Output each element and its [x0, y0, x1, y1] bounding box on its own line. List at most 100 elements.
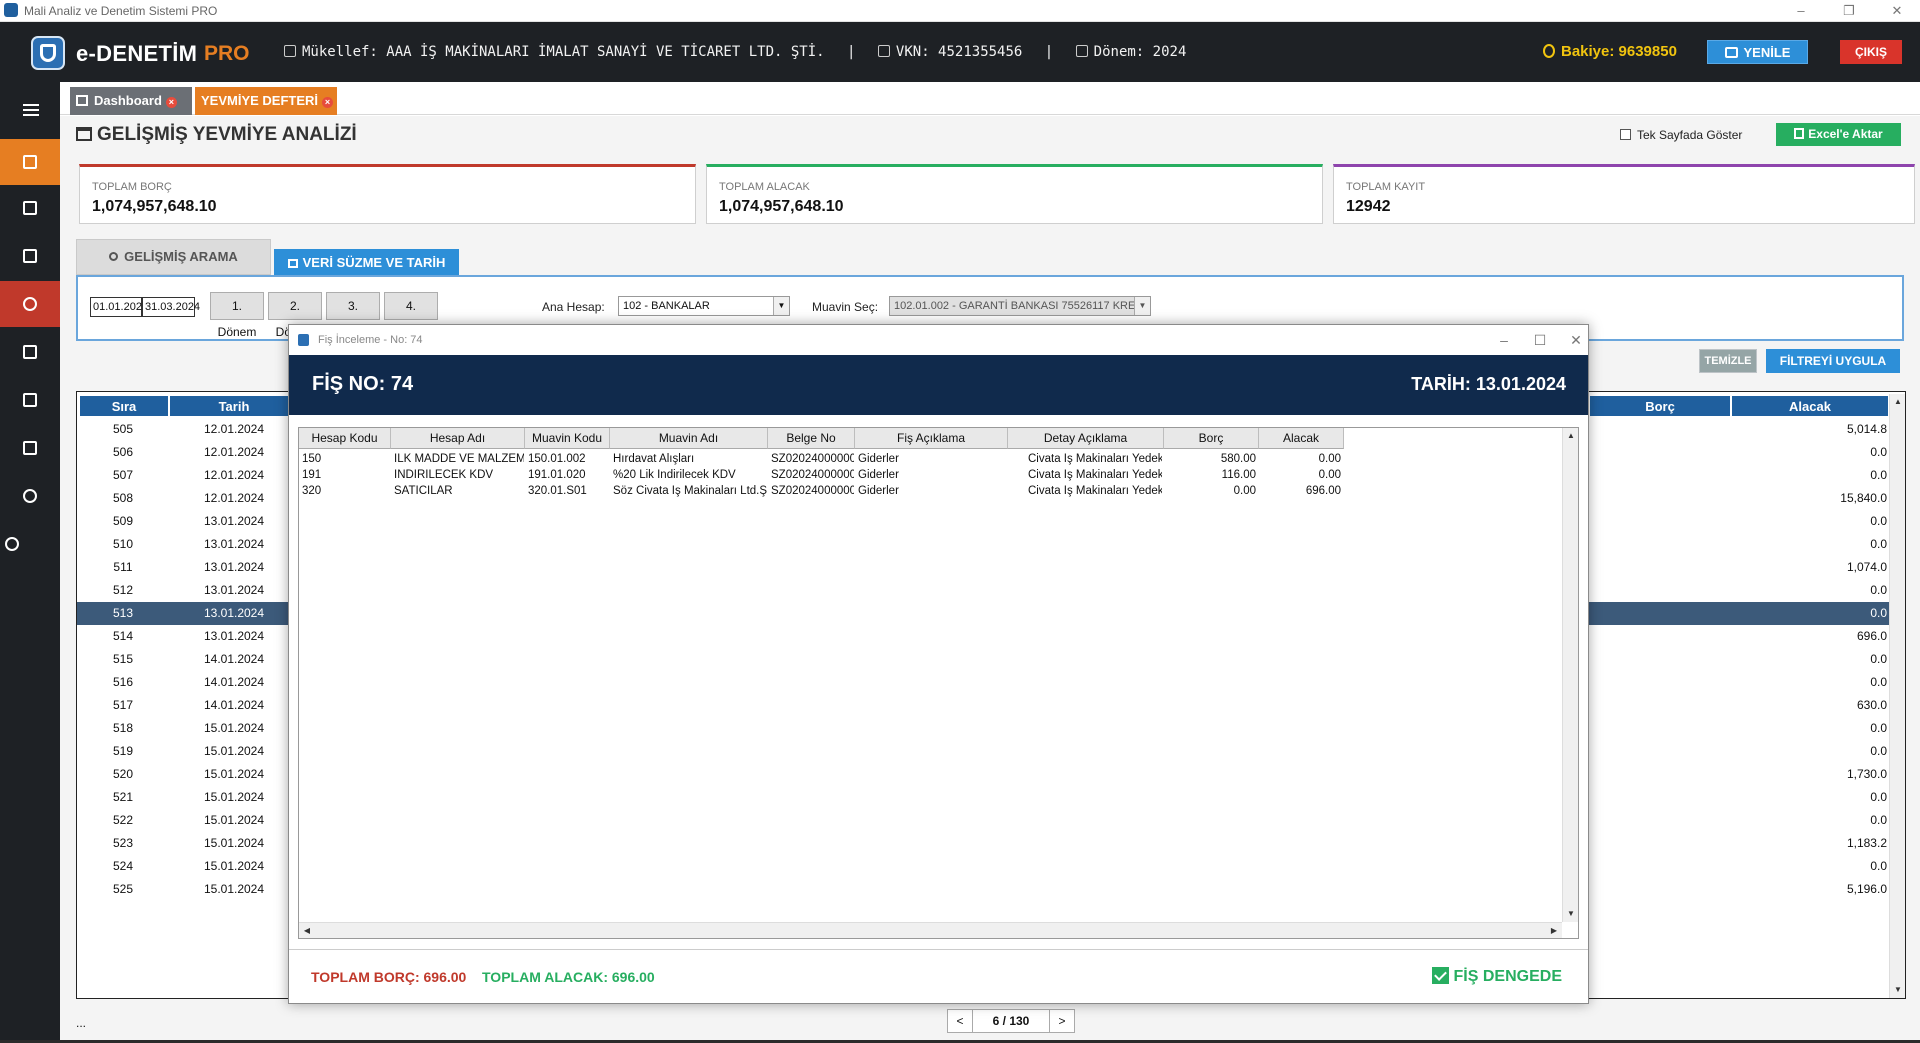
cell-sira: 522: [112, 813, 134, 827]
vkn-number: VKN: 4521355456: [895, 44, 1023, 60]
prev-page-button[interactable]: <: [947, 1009, 973, 1033]
main-account-select[interactable]: 102 - BANKALAR ▼: [618, 296, 790, 316]
cell-alacak: 5,196.0: [1846, 882, 1887, 896]
cell-borc: 116.00: [1221, 469, 1256, 481]
export-excel-button[interactable]: Excel'e Aktar: [1776, 123, 1901, 146]
excel-icon: [1794, 128, 1805, 139]
sidebar-item-settings[interactable]: [0, 521, 60, 567]
cell-sira: 525: [112, 882, 134, 896]
column-header-hesap-kodu[interactable]: Hesap Kodu: [299, 428, 391, 449]
minimize-icon[interactable]: –: [1489, 331, 1519, 349]
exit-button[interactable]: ÇIKIŞ: [1840, 40, 1902, 64]
logo-shield-icon: [31, 36, 65, 70]
scroll-up-icon[interactable]: ▲: [1563, 428, 1578, 444]
chevron-down-icon: ▼: [1134, 297, 1150, 315]
checkbox-box[interactable]: [1620, 129, 1631, 140]
column-header-alacak[interactable]: Alacak: [1259, 428, 1344, 449]
scroll-down-icon[interactable]: ▼: [1890, 982, 1905, 998]
cell-alacak: 0.00: [1318, 453, 1341, 465]
cell-sira: 511: [113, 560, 133, 574]
cell-alacak: 0.0: [1870, 537, 1887, 551]
cell-alacak: 0.0: [1870, 606, 1887, 620]
refresh-button[interactable]: YENİLE: [1707, 40, 1808, 64]
table-row[interactable]: 320 SATICILAR 320.01.S01 Söz Civata İş Maki…: [299, 482, 1562, 502]
restore-icon[interactable]: ❐: [1829, 2, 1869, 20]
sidebar-item-users[interactable]: [0, 473, 60, 519]
window-title: Mali Analiz ve Denetim Sistemi PRO: [24, 4, 218, 18]
cell-sira: 514: [112, 629, 134, 643]
logo-text: e-DENETİM: [76, 41, 198, 66]
column-header-borc[interactable]: Borç: [1164, 428, 1259, 449]
period-4-button[interactable]: 4. Dönem: [384, 292, 438, 339]
tab-filter-date[interactable]: VERİ SÜZME VE TARİH: [274, 249, 459, 276]
cell-alacak: 696.00: [1305, 485, 1341, 497]
scroll-right-icon[interactable]: ▶: [1546, 923, 1562, 938]
sub-account-select[interactable]: 102.01.002 - GARANTİ BANKASI 75526117 KR…: [889, 296, 1151, 316]
column-header-muavin-adi[interactable]: Muavin Adı: [610, 428, 768, 449]
tab-advanced-search[interactable]: GELİŞMİŞ ARAMA: [76, 239, 271, 275]
sidebar-item-documents[interactable]: [0, 233, 60, 279]
sidebar-item-charts[interactable]: [0, 329, 60, 375]
cell-tarih: 13.01.2024: [203, 537, 265, 551]
single-page-checkbox[interactable]: Tek Sayfada Göster: [1620, 128, 1742, 142]
cell-sira: 516: [112, 675, 134, 689]
column-header-fis-aciklama[interactable]: Fiş Açıklama: [855, 428, 1008, 449]
cell-hesap-adi: İLK MADDE VE MALZEME: [394, 453, 524, 465]
column-header-alacak[interactable]: Alacak: [1731, 395, 1889, 417]
period-2-button[interactable]: 2. Dönem: [268, 292, 322, 339]
app-shield-icon: [4, 3, 18, 17]
balance-text: Bakiye: 9639850: [1561, 43, 1677, 60]
tab-dashboard[interactable]: Dashboard ×: [70, 87, 192, 115]
cell-alacak: 0.0: [1870, 675, 1887, 689]
close-icon[interactable]: ✕: [1561, 331, 1591, 349]
sub-account-value: 102.01.002 - GARANTİ BANKASI 75526117 KR…: [894, 300, 1136, 312]
apply-filter-button[interactable]: FİLTREYİ UYGULA: [1766, 349, 1900, 373]
scroll-down-icon[interactable]: ▼: [1563, 906, 1578, 922]
date-from-input[interactable]: 01.01.2024: [90, 297, 148, 317]
period-3-button[interactable]: 3. Dönem: [326, 292, 380, 339]
column-header-detay-aciklama[interactable]: Detay Açıklama: [1008, 428, 1164, 449]
app-header: e-DENETİM PRO Mükellef: AAA İŞ MAKİNALAR…: [0, 22, 1920, 82]
table-horizontal-scrollbar[interactable]: ◀ ▶: [299, 922, 1562, 938]
period-1-button[interactable]: 1. Dönem: [210, 292, 264, 339]
column-header-belge-no[interactable]: Belge No: [768, 428, 855, 449]
cell-sira: 506: [112, 445, 134, 459]
menu-toggle-button[interactable]: [0, 82, 60, 136]
cell-sira: 509: [112, 514, 134, 528]
minimize-icon[interactable]: –: [1781, 2, 1821, 20]
sidebar-item-reports[interactable]: [0, 377, 60, 423]
cell-fis-aciklama: Giderler: [858, 469, 899, 481]
sidebar-item-ledger[interactable]: [0, 139, 60, 185]
cell-belge-no: SZ02024000000159: [771, 469, 854, 481]
table-scrollbar[interactable]: ▲ ▼: [1889, 394, 1905, 998]
clear-button[interactable]: TEMİZLE: [1699, 349, 1757, 373]
close-tab-icon[interactable]: ×: [322, 97, 334, 108]
column-header-hesap-adi[interactable]: Hesap Adı: [391, 428, 525, 449]
table-vertical-scrollbar[interactable]: ▲ ▼: [1562, 428, 1578, 922]
scroll-up-icon[interactable]: ▲: [1890, 394, 1905, 410]
sidebar-item-search[interactable]: [0, 281, 60, 327]
cell-hesap-adi: SATICILAR: [394, 485, 453, 497]
cell-muavin-adi: %20 Lik İndirilecek KDV: [613, 469, 736, 481]
sidebar-item-briefcase[interactable]: [0, 185, 60, 231]
cell-alacak: 1,074.0: [1846, 560, 1887, 574]
date-to-input[interactable]: 31.03.2024: [142, 297, 200, 317]
maximize-icon[interactable]: ☐: [1525, 331, 1555, 349]
column-header-borc[interactable]: Borç: [1589, 395, 1731, 417]
search-icon: [109, 252, 119, 261]
scroll-left-icon[interactable]: ◀: [299, 923, 315, 938]
column-header-tarih[interactable]: Tarih: [169, 395, 299, 417]
cell-sira: 505: [112, 422, 134, 436]
sidebar-item-files[interactable]: [0, 425, 60, 471]
separator: |: [1044, 44, 1054, 60]
close-tab-icon[interactable]: ×: [165, 97, 177, 108]
column-header-sira[interactable]: Sıra: [79, 395, 169, 417]
cell-sira: 518: [112, 721, 134, 735]
refresh-icon: [1724, 47, 1738, 58]
column-header-muavin-kodu[interactable]: Muavin Kodu: [525, 428, 610, 449]
cell-sira: 515: [112, 652, 134, 666]
checkbox-label: Tek Sayfada Göster: [1637, 128, 1743, 142]
close-icon[interactable]: ✕: [1877, 2, 1917, 20]
next-page-button[interactable]: >: [1049, 1009, 1075, 1033]
tab-yevmiye[interactable]: YEVMİYE DEFTERİ ×: [195, 87, 337, 115]
